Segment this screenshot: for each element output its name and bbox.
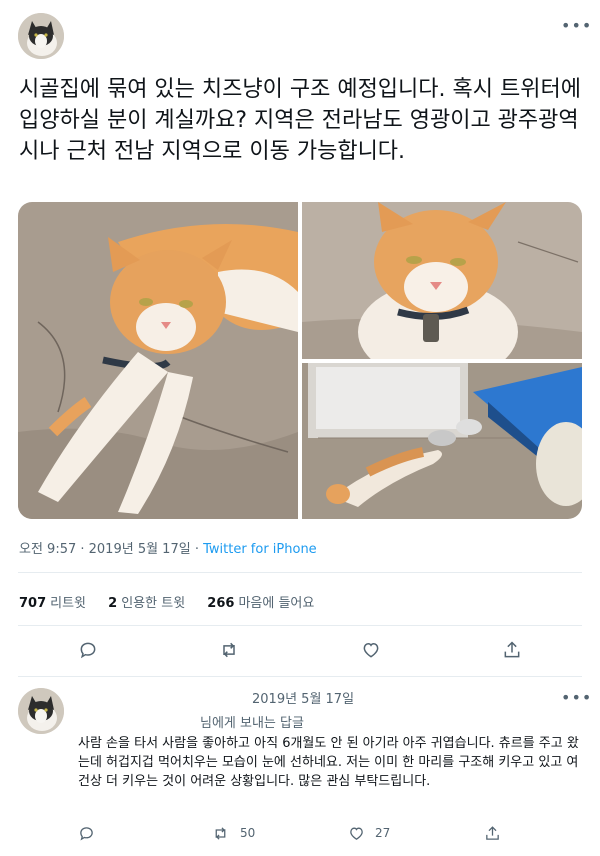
tweet-time[interactable]: 오전 9:57 · 2019년 5월 17일 · — [19, 542, 203, 557]
avatar[interactable] — [18, 13, 64, 59]
reply-like-count: 27 — [375, 826, 391, 840]
likes-stat[interactable]: 266 마음에 들어요 — [207, 596, 314, 611]
avatar-cat-image — [18, 13, 64, 59]
quotes-stat[interactable]: 2 인용한 트윗 — [108, 596, 185, 611]
divider — [18, 676, 582, 677]
reply-retweet-button[interactable]: 50 — [211, 822, 255, 844]
more-options-icon[interactable]: ••• — [561, 16, 592, 35]
reply-like-button[interactable]: 27 — [348, 822, 390, 844]
cat-photos — [18, 202, 582, 519]
reply-avatar[interactable] — [18, 688, 64, 734]
tweet-action-bar — [0, 636, 600, 664]
divider — [18, 572, 582, 573]
like-icon — [350, 827, 363, 840]
tweet-media-grid[interactable] — [18, 202, 582, 519]
retweet-icon[interactable] — [215, 636, 243, 664]
tweet-source[interactable]: Twitter for iPhone — [203, 542, 317, 557]
reply-icon[interactable] — [74, 636, 102, 664]
like-icon[interactable] — [357, 636, 385, 664]
reply-avatar-cat-image — [18, 688, 64, 734]
reply-date[interactable]: 2019년 5월 17일 — [252, 688, 354, 707]
retweet-icon — [215, 826, 226, 840]
tweet-text: 시골집에 묶여 있는 치즈냥이 구조 예정입니다. 혹시 트위터에 입양하실 분… — [19, 77, 581, 164]
reply-icon — [80, 826, 93, 841]
photo-3 — [302, 363, 582, 519]
photo-1 — [18, 202, 298, 519]
share-icon — [486, 825, 499, 840]
reply-retweet-count: 50 — [240, 826, 256, 840]
replying-to: 님에게 보내는 답글 — [200, 716, 304, 731]
reply-text: 사람 손을 타서 사람을 좋아하고 아직 6개월도 안 된 아기라 아주 귀엽습… — [78, 736, 579, 789]
reply-reply-button[interactable] — [78, 822, 105, 844]
share-icon[interactable] — [498, 636, 526, 664]
tweet-stats: 707 리트윗 2 인용한 트윗 266 마음에 들어요 — [19, 592, 332, 611]
retweets-stat[interactable]: 707 리트윗 — [19, 596, 86, 611]
reply-more-options-icon[interactable]: ••• — [561, 688, 592, 707]
divider — [18, 625, 582, 626]
tweet-timestamp: 오전 9:57 · 2019년 5월 17일 · Twitter for iPh… — [19, 538, 317, 557]
reply-share-button[interactable] — [484, 822, 511, 844]
photo-2 — [302, 202, 582, 382]
